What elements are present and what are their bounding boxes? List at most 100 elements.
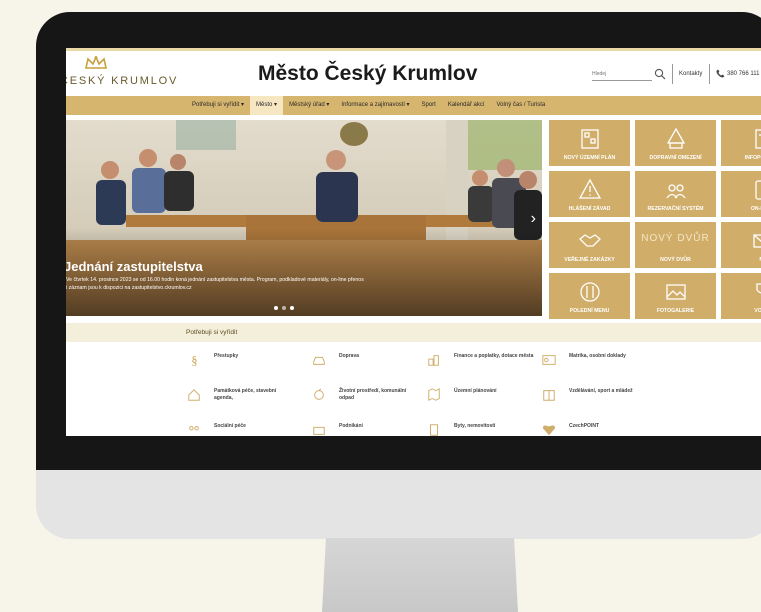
nav-item[interactable]: Potřebuji si vyřídit ▾: [186, 96, 250, 115]
recycle-icon: [314, 388, 324, 400]
quick-link-tile[interactable]: INFOPORTÁL: [721, 120, 761, 166]
service-label: Podnikání: [339, 423, 363, 429]
service-label: Přestupky: [214, 353, 239, 359]
car-warning-icon: [666, 127, 685, 149]
nav-item[interactable]: Informace a zajímavosti ▾: [335, 96, 415, 115]
page-title: Město Český Krumlov: [258, 62, 478, 85]
service-label: Doprava: [339, 353, 360, 359]
quick-link-tile[interactable]: NOVÝ DVŮR NOVÝ DVŮR: [635, 222, 716, 268]
service-link[interactable]: Životní prostředí, komunální odpad: [311, 388, 419, 402]
site-header: ČESKÝ KRUMLOV Město Český Krumlov Kontak…: [66, 51, 761, 96]
map-icon: [428, 388, 440, 402]
section-header: Potřebuji si vyřídit: [66, 323, 761, 342]
service-label: Sociální péče: [214, 423, 246, 429]
crown-logo-icon[interactable]: [84, 56, 108, 70]
service-link[interactable]: CzechPOINT: [541, 423, 649, 436]
nav-item[interactable]: Kalendář akcí: [442, 96, 491, 115]
service-link[interactable]: Finance a poplatky, dotace města: [426, 353, 534, 367]
service-link[interactable]: Sociální péče: [186, 423, 294, 436]
tile-label: POLEDNÍ MENU: [569, 308, 610, 314]
quick-link-tile[interactable]: VEŘEJNÉ ZAKÁZKY: [549, 222, 630, 268]
phone-number[interactable]: 380 766 111: [727, 71, 759, 77]
paragraph-icon: §: [191, 353, 197, 367]
house-icon: [188, 389, 200, 401]
chevron-right-icon[interactable]: ›: [531, 210, 536, 228]
tile-label: M: [721, 257, 761, 263]
car-icon: [313, 356, 325, 365]
nav-item[interactable]: Volný čas / Turista: [491, 96, 552, 115]
search-input[interactable]: [592, 67, 652, 81]
city-plan-icon: [580, 129, 599, 149]
quick-link-tile[interactable]: DOPRAVNÍ OMEZENÍ: [635, 120, 716, 166]
hero-title[interactable]: Jednání zastupitelstva: [66, 259, 203, 274]
service-link[interactable]: Územní plánování: [426, 388, 534, 402]
tile-label: INFOPORTÁL: [744, 155, 761, 161]
slider-dot[interactable]: [274, 306, 278, 310]
quick-link-tile[interactable]: POLEDNÍ MENU: [549, 273, 630, 319]
service-link[interactable]: Doprava: [311, 353, 419, 367]
service-label: Územní plánování: [454, 388, 497, 394]
main-nav: Potřebuji si vyřídit ▾ Město ▾ Městský úřa…: [66, 96, 761, 115]
divider: [709, 64, 710, 84]
nav-item[interactable]: Město ▾: [250, 96, 284, 115]
id-card-icon: [542, 355, 556, 365]
quick-link-tile[interactable]: FOTOGALERIE: [635, 273, 716, 319]
trophy-icon: [755, 283, 761, 299]
service-label: CzechPOINT: [569, 423, 600, 429]
tile-label: NOVÝ DVŮR: [660, 257, 691, 263]
quick-link-tile[interactable]: VOLN: [721, 273, 761, 319]
service-label: Životní prostředí, komunální odpad: [339, 388, 407, 401]
plate-cutlery-icon: [579, 282, 600, 302]
hero-subtitle: Ve čtvrtek 14. prosince 2023 se od 16.00…: [66, 277, 364, 291]
service-link[interactable]: Vzdělávání, sport a mládež: [541, 388, 649, 402]
document-icon: [754, 129, 761, 149]
service-label: Památková péče, stavební agenda,: [214, 388, 277, 401]
people-calendar-icon: [665, 184, 686, 199]
service-link[interactable]: Památková péče, stavební agenda,: [186, 388, 294, 402]
service-link[interactable]: Byty, nemovitosti: [426, 423, 534, 436]
coins-icon: [428, 355, 439, 366]
slider-dot[interactable]: [290, 306, 294, 310]
tile-label: ON-LINE: [750, 206, 761, 212]
tablet-icon: [754, 180, 761, 200]
service-label: Byty, nemovitosti: [454, 423, 496, 429]
search-icon[interactable]: [654, 68, 666, 80]
website-screen: ČESKÝ KRUMLOV Město Český Krumlov Kontak…: [66, 48, 761, 436]
family-icon: [189, 426, 199, 431]
contacts-link[interactable]: Kontakty: [679, 71, 702, 77]
tile-label: FOTOGALERIE: [656, 308, 695, 314]
quick-link-tile[interactable]: REZERVAČNÍ SYSTÉM: [635, 171, 716, 217]
image-icon: [665, 284, 686, 300]
service-link[interactable]: Matrika, osobní doklady: [541, 353, 649, 367]
book-icon: [543, 390, 555, 401]
tile-label: VEŘEJNÉ ZAKÁZKY: [564, 257, 615, 263]
logo-text[interactable]: ČESKÝ KRUMLOV: [66, 75, 178, 87]
czechpoint-icon: [542, 425, 556, 436]
section-title: Potřebuji si vyřídit: [186, 329, 238, 336]
quick-link-tile[interactable]: HLÁŠENÍ ZÁVAD: [549, 171, 630, 217]
tile-label: VOLN: [754, 308, 761, 314]
quick-link-tile[interactable]: ON-LINE: [721, 171, 761, 217]
service-label: Finance a poplatky, dotace města: [454, 353, 534, 359]
service-link[interactable]: Podnikání: [311, 423, 419, 436]
service-link[interactable]: § Přestupky: [186, 353, 294, 367]
slider-dots: [274, 306, 294, 310]
nav-item[interactable]: Městský úřad ▾: [283, 96, 335, 115]
quick-link-tile[interactable]: NOVÝ ÚZEMNÍ PLÁN: [549, 120, 630, 166]
novy-dvur-logo: NOVÝ DVŮR: [641, 233, 710, 244]
service-label: Vzdělávání, sport a mládež: [569, 388, 633, 394]
tile-label: HLÁŠENÍ ZÁVAD: [568, 206, 611, 212]
handshake-icon: [578, 234, 601, 247]
warning-triangle-icon: [578, 178, 601, 199]
phone-icon: 📞: [716, 71, 725, 78]
quick-link-tile[interactable]: M: [721, 222, 761, 268]
tile-label: DOPRAVNÍ OMEZENÍ: [649, 155, 702, 161]
tile-label: NOVÝ ÚZEMNÍ PLÁN: [563, 155, 616, 161]
slider-dot[interactable]: [282, 306, 286, 310]
svg-text:§: §: [191, 353, 197, 367]
briefcase-icon: [313, 426, 325, 435]
hero-slider[interactable]: Jednání zastupitelstva Ve čtvrtek 14. pr…: [66, 120, 542, 316]
nav-items: Potřebuji si vyřídit ▾ Město ▾ Městský úřa…: [186, 96, 551, 115]
nav-item[interactable]: Sport: [415, 96, 441, 115]
service-label: Matrika, osobní doklady: [569, 353, 626, 359]
